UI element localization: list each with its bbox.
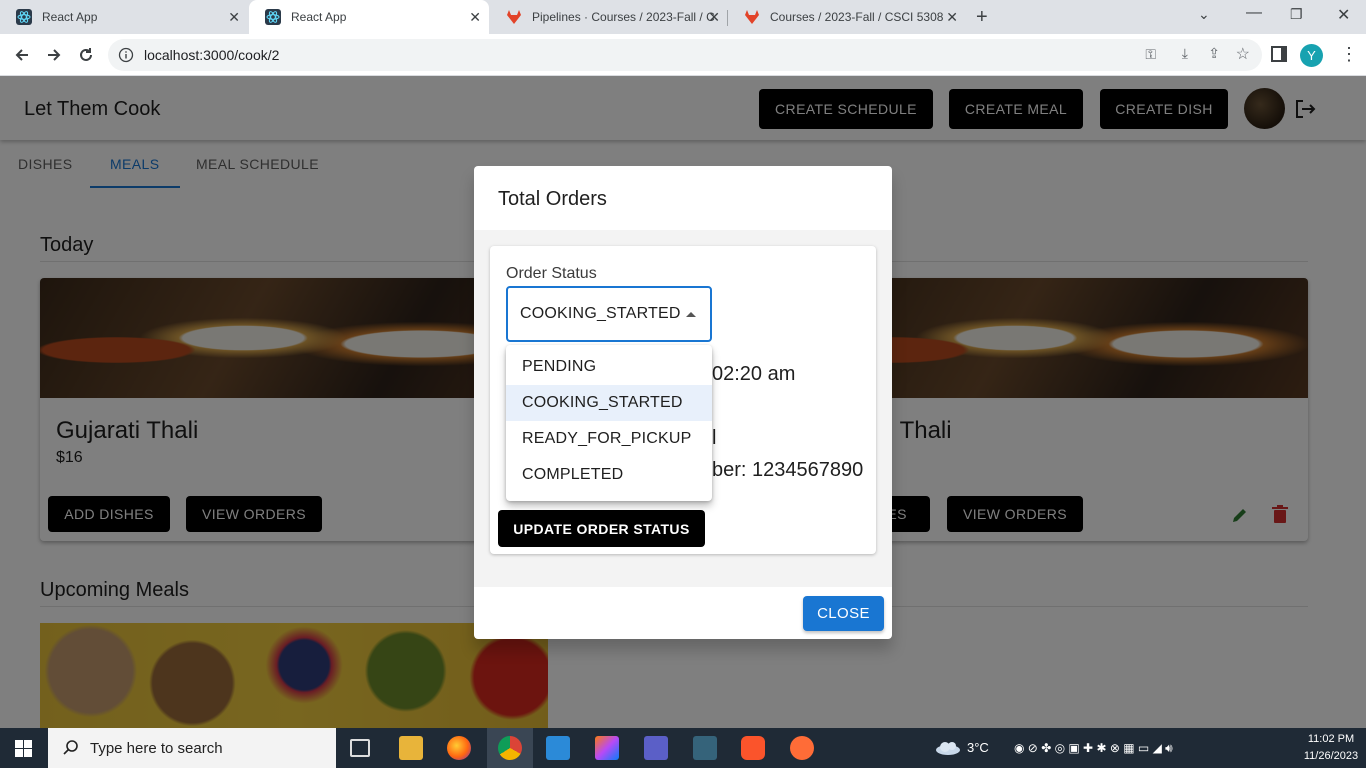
close-button[interactable]: CLOSE [803, 596, 884, 631]
order-status-label: Order Status [506, 265, 597, 282]
update-order-status-button[interactable]: UPDATE ORDER STATUS [498, 510, 705, 547]
teams-icon[interactable] [644, 736, 668, 760]
close-icon[interactable]: ✕ [946, 9, 958, 26]
browser-tab-courses[interactable]: Courses / 2023-Fall / CSCI 5308 ✕ [728, 0, 966, 34]
menu-item-pending[interactable]: PENDING [506, 349, 712, 385]
react-icon [265, 9, 281, 25]
search-placeholder: Type here to search [90, 739, 223, 757]
firefox-icon[interactable] [447, 736, 471, 760]
postman-icon[interactable] [790, 736, 814, 760]
browser-tab-pipelines[interactable]: Pipelines · Courses / 2023-Fall / C ✕ [490, 0, 728, 34]
browser-toolbar: localhost:3000/cook/2 ⚿ ⤓ ⇪ ☆ Y ⋮ [0, 34, 1366, 76]
restore-icon[interactable]: ❐ [1290, 6, 1303, 23]
weather-temperature: 3°C [967, 740, 989, 755]
vscode-icon[interactable] [546, 736, 570, 760]
address-bar[interactable]: localhost:3000/cook/2 ⚿ ⤓ ⇪ ☆ [108, 39, 1262, 71]
bookmark-star-icon[interactable]: ☆ [1236, 44, 1250, 64]
order-phone-text: ber: 1234567890 [712, 459, 864, 481]
menu-item-cooking-started[interactable]: COOKING_STARTED [506, 385, 712, 421]
new-tab-icon[interactable]: + [976, 6, 988, 29]
order-time-text: 02:20 am [712, 363, 796, 385]
tab-label: React App [291, 10, 347, 24]
tab-label: React App [42, 10, 98, 24]
browser-tab-react-app-2[interactable]: React App ✕ [249, 0, 489, 34]
url-text: localhost:3000/cook/2 [144, 47, 280, 63]
intellij-icon[interactable] [595, 736, 619, 760]
clock-time: 11:02 PM [1307, 733, 1355, 745]
gitlab-icon [745, 10, 759, 24]
close-icon[interactable]: ✕ [708, 9, 720, 26]
clock-date: 11/26/2023 [1303, 750, 1359, 762]
search-icon [63, 740, 78, 755]
key-icon[interactable]: ⚿ [1145, 46, 1156, 63]
order-detail-text: l [712, 427, 717, 449]
browser-tab-strip: React App ✕ React App ✕ Pipelines · Cour… [0, 0, 1366, 34]
windows-taskbar: Type here to search 3°C ◉ ⊘ ✤ ◎ ▣ ✚ ✱ ⊗ … [0, 728, 1366, 768]
react-icon [16, 9, 32, 25]
gitlab-icon [507, 10, 521, 24]
close-icon[interactable]: ✕ [228, 9, 240, 26]
task-view-icon[interactable] [350, 739, 370, 757]
taskbar-search-input[interactable]: Type here to search [48, 728, 336, 768]
minimize-icon[interactable]: — [1246, 4, 1262, 22]
windows-start-icon[interactable] [15, 740, 32, 757]
order-status-menu: PENDING COOKING_STARTED READY_FOR_PICKUP… [506, 345, 712, 501]
mysql-workbench-icon[interactable] [693, 736, 717, 760]
file-explorer-icon[interactable] [399, 736, 423, 760]
chrome-icon[interactable] [498, 736, 522, 760]
forward-icon[interactable] [41, 42, 67, 68]
tab-label: Courses / 2023-Fall / CSCI 5308 [770, 10, 944, 24]
close-icon[interactable]: ✕ [469, 9, 481, 26]
brave-icon[interactable] [741, 736, 765, 760]
install-icon[interactable]: ⤓ [1182, 45, 1188, 62]
back-icon[interactable] [9, 42, 35, 68]
menu-item-completed[interactable]: COMPLETED [506, 457, 712, 493]
side-panel-icon[interactable] [1271, 46, 1287, 62]
browser-tab-react-app-1[interactable]: React App ✕ [0, 0, 248, 34]
tray-icons[interactable]: ◉ ⊘ ✤ ◎ ▣ ✚ ✱ ⊗ ▦ ▭ ◢ 🔊︎ [1014, 741, 1173, 756]
tab-label: Pipelines · Courses / 2023-Fall / C [532, 10, 715, 24]
profile-avatar[interactable]: Y [1300, 44, 1323, 67]
tab-search-chevron-icon[interactable]: ⌄ [1198, 6, 1210, 23]
window-close-icon[interactable]: ✕ [1337, 5, 1350, 25]
menu-item-ready-for-pickup[interactable]: READY_FOR_PICKUP [506, 421, 712, 457]
taskbar-clock[interactable]: 11:02 PM 11/26/2023 [1298, 731, 1364, 765]
share-icon[interactable]: ⇪ [1208, 45, 1220, 62]
cloud-weather-icon[interactable] [934, 740, 962, 756]
browser-menu-icon[interactable]: ⋮ [1340, 44, 1358, 65]
caret-up-icon [686, 312, 696, 317]
order-status-select[interactable]: COOKING_STARTED [506, 286, 712, 342]
info-icon[interactable] [118, 47, 134, 63]
dialog-title: Total Orders [498, 188, 607, 210]
reload-icon[interactable] [73, 42, 99, 68]
order-status-value: COOKING_STARTED [520, 305, 681, 322]
